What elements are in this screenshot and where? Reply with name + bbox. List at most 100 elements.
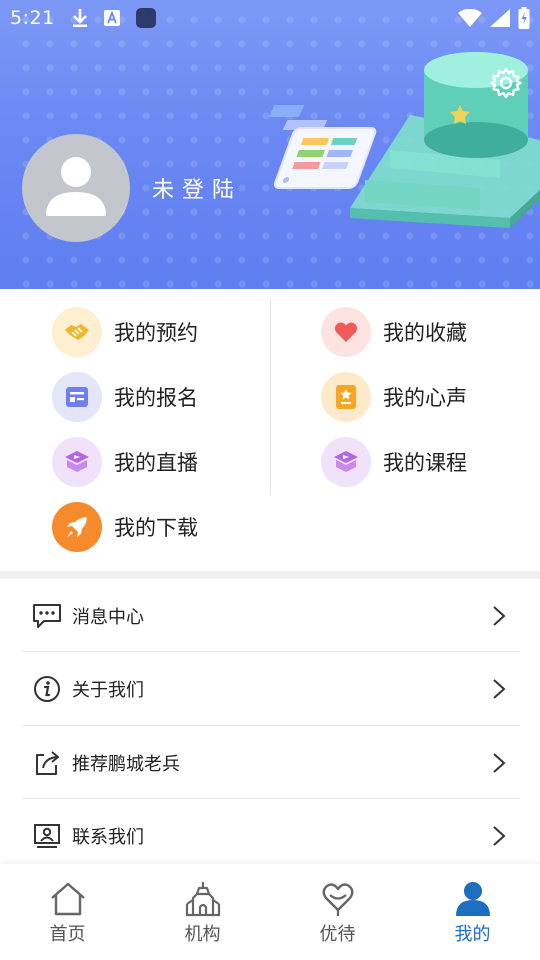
nav-tab-institution[interactable]: 机构 <box>135 864 270 960</box>
decor-dot <box>70 40 78 48</box>
decor-dot <box>214 112 222 120</box>
decor-dot <box>22 136 30 144</box>
decor-dot <box>454 280 462 288</box>
my-course-item[interactable]: 我的课程 <box>321 436 467 488</box>
decor-dot <box>214 88 222 96</box>
battery-icon <box>518 7 530 29</box>
decor-dot <box>94 40 102 48</box>
list-item-label: 联系我们 <box>72 826 144 848</box>
decor-dot <box>358 256 366 264</box>
my-appointment-item[interactable]: 我的预约 <box>52 306 198 358</box>
decor-dot <box>142 184 150 192</box>
decor-dot <box>214 160 222 168</box>
my-course-label: 我的课程 <box>383 451 467 475</box>
building-icon <box>185 882 220 917</box>
decor-dot <box>94 64 102 72</box>
decor-dot <box>190 160 198 168</box>
decor-dot <box>142 256 150 264</box>
list-item-recommend[interactable]: 推荐鹏城老兵 <box>22 726 520 799</box>
decor-dot <box>46 40 54 48</box>
my-download-label: 我的下载 <box>114 516 198 540</box>
avatar[interactable] <box>22 134 130 242</box>
decor-dot <box>118 88 126 96</box>
my-download-item[interactable]: 我的下载 <box>52 501 198 553</box>
decor-dot <box>190 40 198 48</box>
my-registration-label: 我的报名 <box>114 386 198 410</box>
decor-dot <box>22 112 30 120</box>
my-registration-item[interactable]: 我的报名 <box>52 371 198 423</box>
decor-dot <box>118 112 126 120</box>
nav-label: 我的 <box>454 924 491 945</box>
decor-dot <box>46 256 54 264</box>
decor-dot <box>310 280 318 288</box>
info-icon <box>32 674 62 704</box>
play-box-icon <box>321 437 371 487</box>
decor-dot <box>214 136 222 144</box>
my-voice-item[interactable]: 我的心声 <box>321 371 467 423</box>
nav-label: 首页 <box>49 924 86 945</box>
decor-dot <box>166 232 174 240</box>
decor-dot <box>118 256 126 264</box>
my-favorites-item[interactable]: 我的收藏 <box>321 306 467 358</box>
decor-dot <box>142 160 150 168</box>
login-status-text[interactable]: 未登陆 <box>152 172 242 204</box>
decor-dot <box>430 280 438 288</box>
heart-icon <box>321 307 371 357</box>
decor-dot <box>22 64 30 72</box>
decor-dot <box>430 40 438 48</box>
decor-dot <box>166 160 174 168</box>
my-live-item[interactable]: 我的直播 <box>52 436 198 488</box>
decor-dot <box>310 40 318 48</box>
section-separator <box>0 571 540 579</box>
decor-dot <box>454 40 462 48</box>
list-item-message-center[interactable]: 消息中心 <box>22 579 520 652</box>
decor-dot <box>70 64 78 72</box>
nav-tab-mine[interactable]: 我的 <box>405 864 540 960</box>
decor-dot <box>70 112 78 120</box>
decor-dot <box>190 88 198 96</box>
decor-dot <box>406 280 414 288</box>
contact-icon <box>32 821 62 851</box>
nav-tab-benefits[interactable]: 优待 <box>270 864 405 960</box>
decor-dot <box>142 88 150 96</box>
decor-dot <box>118 136 126 144</box>
decor-dot <box>406 40 414 48</box>
decor-dot <box>478 280 486 288</box>
decor-dot <box>526 256 534 264</box>
decor-dot <box>94 88 102 96</box>
decor-dot <box>310 256 318 264</box>
decor-dot <box>166 64 174 72</box>
form-icon <box>52 372 102 422</box>
my-appointment-label: 我的预约 <box>114 321 198 345</box>
decor-dot <box>214 208 222 216</box>
decor-dot <box>22 40 30 48</box>
keyboard-a-icon <box>103 10 120 26</box>
decor-dot <box>70 88 78 96</box>
note-star-icon <box>321 372 371 422</box>
decor-dot <box>214 40 222 48</box>
my-functions-grid: 我的预约 我的报名 我的直播 我的下载 我的收藏 我的心声 我的课程 <box>0 289 540 571</box>
my-voice-label: 我的心声 <box>383 386 467 410</box>
download-icon <box>72 9 87 27</box>
decor-dot <box>454 256 462 264</box>
decor-dot <box>358 40 366 48</box>
wifi-icon <box>458 9 482 27</box>
list-item-about-us[interactable]: 关于我们 <box>22 652 520 725</box>
decor-dot <box>190 136 198 144</box>
nav-tab-home[interactable]: 首页 <box>0 864 135 960</box>
settings-gear-icon[interactable] <box>489 66 523 100</box>
decor-dot <box>358 280 366 288</box>
decor-dot <box>166 280 174 288</box>
decor-dot <box>22 280 30 288</box>
list-item-contact-us[interactable]: 联系我们 <box>22 799 520 872</box>
handshake-icon <box>52 307 102 357</box>
decor-dot <box>46 280 54 288</box>
profile-header: 5:21 未登陆 <box>0 0 540 289</box>
decor-dot <box>166 256 174 264</box>
decor-dot <box>190 232 198 240</box>
nav-label: 机构 <box>184 924 221 945</box>
decor-dot <box>214 64 222 72</box>
decor-dot <box>238 256 246 264</box>
share-icon <box>32 748 62 778</box>
decor-dot <box>382 280 390 288</box>
